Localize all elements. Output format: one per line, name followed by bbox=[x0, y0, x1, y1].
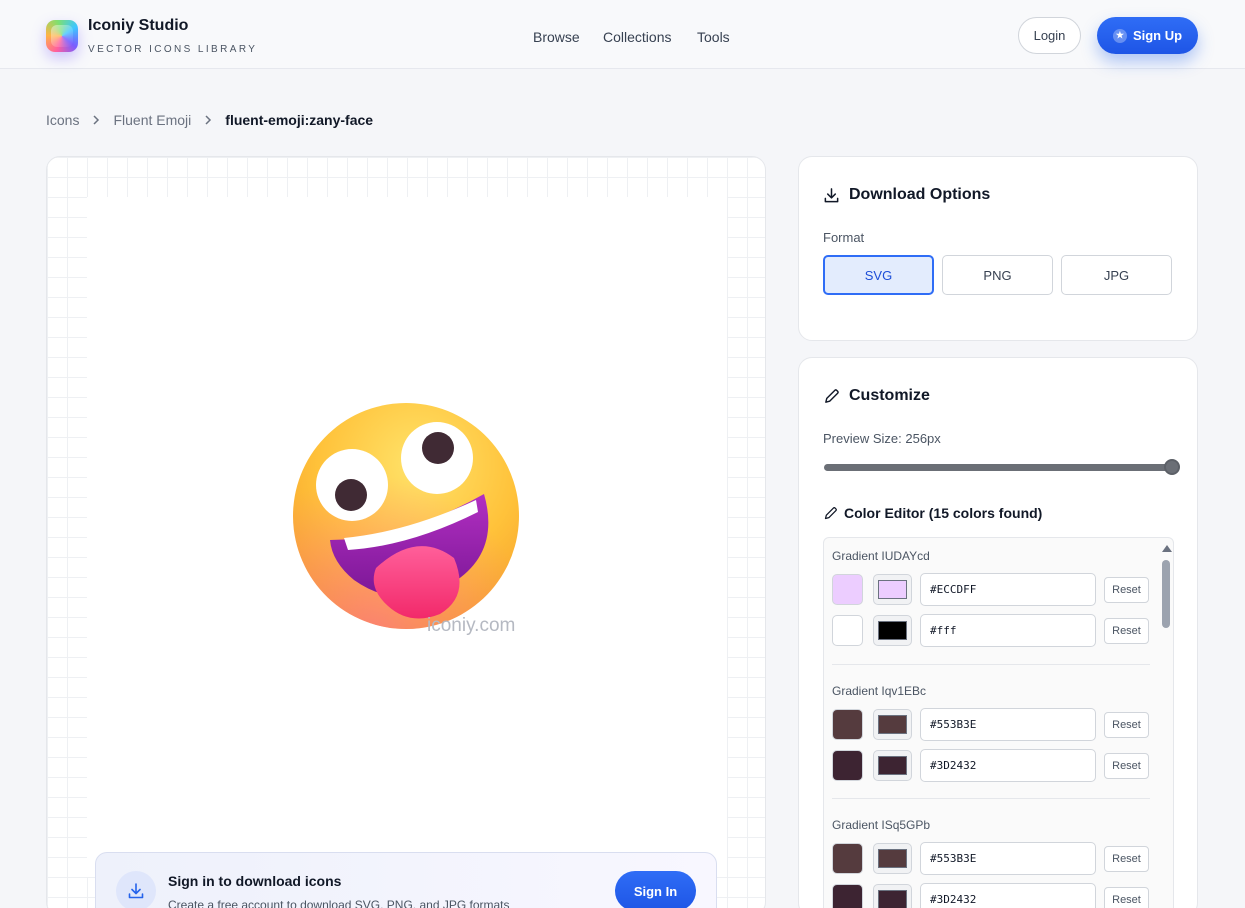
format-png-button[interactable]: PNG bbox=[942, 255, 1053, 295]
color-swatch bbox=[832, 709, 863, 740]
pencil-icon bbox=[824, 506, 837, 519]
reset-button[interactable]: Reset bbox=[1104, 887, 1149, 908]
gradient-name: Gradient ISq5GPb bbox=[832, 818, 931, 832]
hex-color-input[interactable] bbox=[920, 708, 1096, 741]
download-icon bbox=[116, 871, 156, 908]
color-picker[interactable] bbox=[873, 574, 912, 605]
nav-collections[interactable]: Collections bbox=[603, 29, 671, 45]
download-options-card: Download Options Format SVG PNG JPG bbox=[798, 156, 1198, 341]
divider bbox=[832, 798, 1150, 799]
color-picker[interactable] bbox=[873, 615, 912, 646]
hex-color-input[interactable] bbox=[920, 573, 1096, 606]
color-picker[interactable] bbox=[873, 843, 912, 874]
reset-button[interactable]: Reset bbox=[1104, 712, 1149, 738]
gradient-name: Gradient Iqv1EBc bbox=[832, 684, 927, 698]
sign-in-title: Sign in to download icons bbox=[168, 873, 342, 889]
nav-browse[interactable]: Browse bbox=[533, 29, 580, 45]
logo-icon[interactable] bbox=[46, 20, 78, 52]
watermark-text: iconiy.com bbox=[427, 615, 516, 636]
preview-size-slider-handle[interactable] bbox=[1164, 459, 1180, 475]
color-picker[interactable] bbox=[873, 750, 912, 781]
color-swatch bbox=[832, 884, 863, 908]
breadcrumb-fluent-emoji[interactable]: Fluent Emoji bbox=[113, 112, 191, 128]
color-swatch bbox=[832, 750, 863, 781]
reset-button[interactable]: Reset bbox=[1104, 577, 1149, 603]
color-editor-list[interactable]: Gradient IUDAYcd Reset Reset Gradient Iq… bbox=[823, 537, 1174, 908]
chevron-right-icon bbox=[92, 115, 100, 125]
sign-up-button[interactable]: ★ Sign Up bbox=[1097, 17, 1198, 54]
divider bbox=[832, 664, 1150, 665]
customize-card: Customize Preview Size: 256px Color Edit… bbox=[798, 357, 1198, 908]
download-options-title: Download Options bbox=[849, 186, 991, 203]
login-button[interactable]: Login bbox=[1018, 17, 1081, 54]
breadcrumb: Icons Fluent Emoji fluent-emoji:zany-fac… bbox=[46, 112, 373, 128]
zany-face-emoji-icon bbox=[293, 403, 519, 629]
sign-in-banner: Sign in to download icons Create a free … bbox=[95, 852, 717, 908]
format-jpg-button[interactable]: JPG bbox=[1061, 255, 1172, 295]
scrollbar-thumb[interactable] bbox=[1162, 560, 1170, 628]
breadcrumb-icons[interactable]: Icons bbox=[46, 112, 79, 128]
pencil-icon bbox=[825, 388, 839, 403]
format-svg-button[interactable]: SVG bbox=[823, 255, 934, 295]
download-options-heading: Download Options bbox=[823, 186, 990, 204]
color-swatch bbox=[832, 615, 863, 646]
top-header: Iconiy Studio VECTOR ICONS LIBRARY Brows… bbox=[0, 0, 1245, 69]
color-editor-title: Color Editor (15 colors found) bbox=[844, 505, 1043, 521]
reset-button[interactable]: Reset bbox=[1104, 753, 1149, 779]
reset-button[interactable]: Reset bbox=[1104, 618, 1149, 644]
color-picker[interactable] bbox=[873, 709, 912, 740]
star-icon: ★ bbox=[1112, 28, 1127, 43]
hex-color-input[interactable] bbox=[920, 883, 1096, 908]
color-swatch bbox=[832, 574, 863, 605]
sign-up-label: Sign Up bbox=[1132, 28, 1183, 43]
brand-tagline: VECTOR ICONS LIBRARY bbox=[88, 44, 258, 55]
sign-in-button[interactable]: Sign In bbox=[615, 871, 696, 908]
color-editor-heading: Color Editor (15 colors found) bbox=[823, 505, 1042, 521]
customize-heading: Customize bbox=[823, 387, 930, 405]
breadcrumb-current: fluent-emoji:zany-face bbox=[225, 112, 374, 128]
sign-in-subtitle: Create a free account to download SVG, P… bbox=[168, 898, 510, 908]
hex-color-input[interactable] bbox=[920, 614, 1096, 647]
preview-size-slider[interactable] bbox=[824, 464, 1172, 471]
preview-size-label: Preview Size: 256px bbox=[823, 431, 941, 446]
hex-color-input[interactable] bbox=[920, 842, 1096, 875]
color-picker[interactable] bbox=[873, 884, 912, 908]
icon-preview-card: iconiy.com Sign in to download icons Cre… bbox=[46, 156, 766, 908]
gradient-name: Gradient IUDAYcd bbox=[832, 549, 930, 563]
brand-name[interactable]: Iconiy Studio bbox=[88, 17, 188, 35]
format-label: Format bbox=[823, 230, 865, 245]
color-swatch bbox=[832, 843, 863, 874]
nav-tools[interactable]: Tools bbox=[697, 29, 730, 45]
color-list-scrollbar[interactable] bbox=[1159, 538, 1173, 908]
hex-color-input[interactable] bbox=[920, 749, 1096, 782]
chevron-right-icon bbox=[204, 115, 212, 125]
reset-button[interactable]: Reset bbox=[1104, 846, 1149, 872]
customize-title: Customize bbox=[849, 387, 930, 404]
scroll-up-arrow-icon[interactable] bbox=[1162, 545, 1172, 552]
download-icon bbox=[824, 187, 839, 202]
